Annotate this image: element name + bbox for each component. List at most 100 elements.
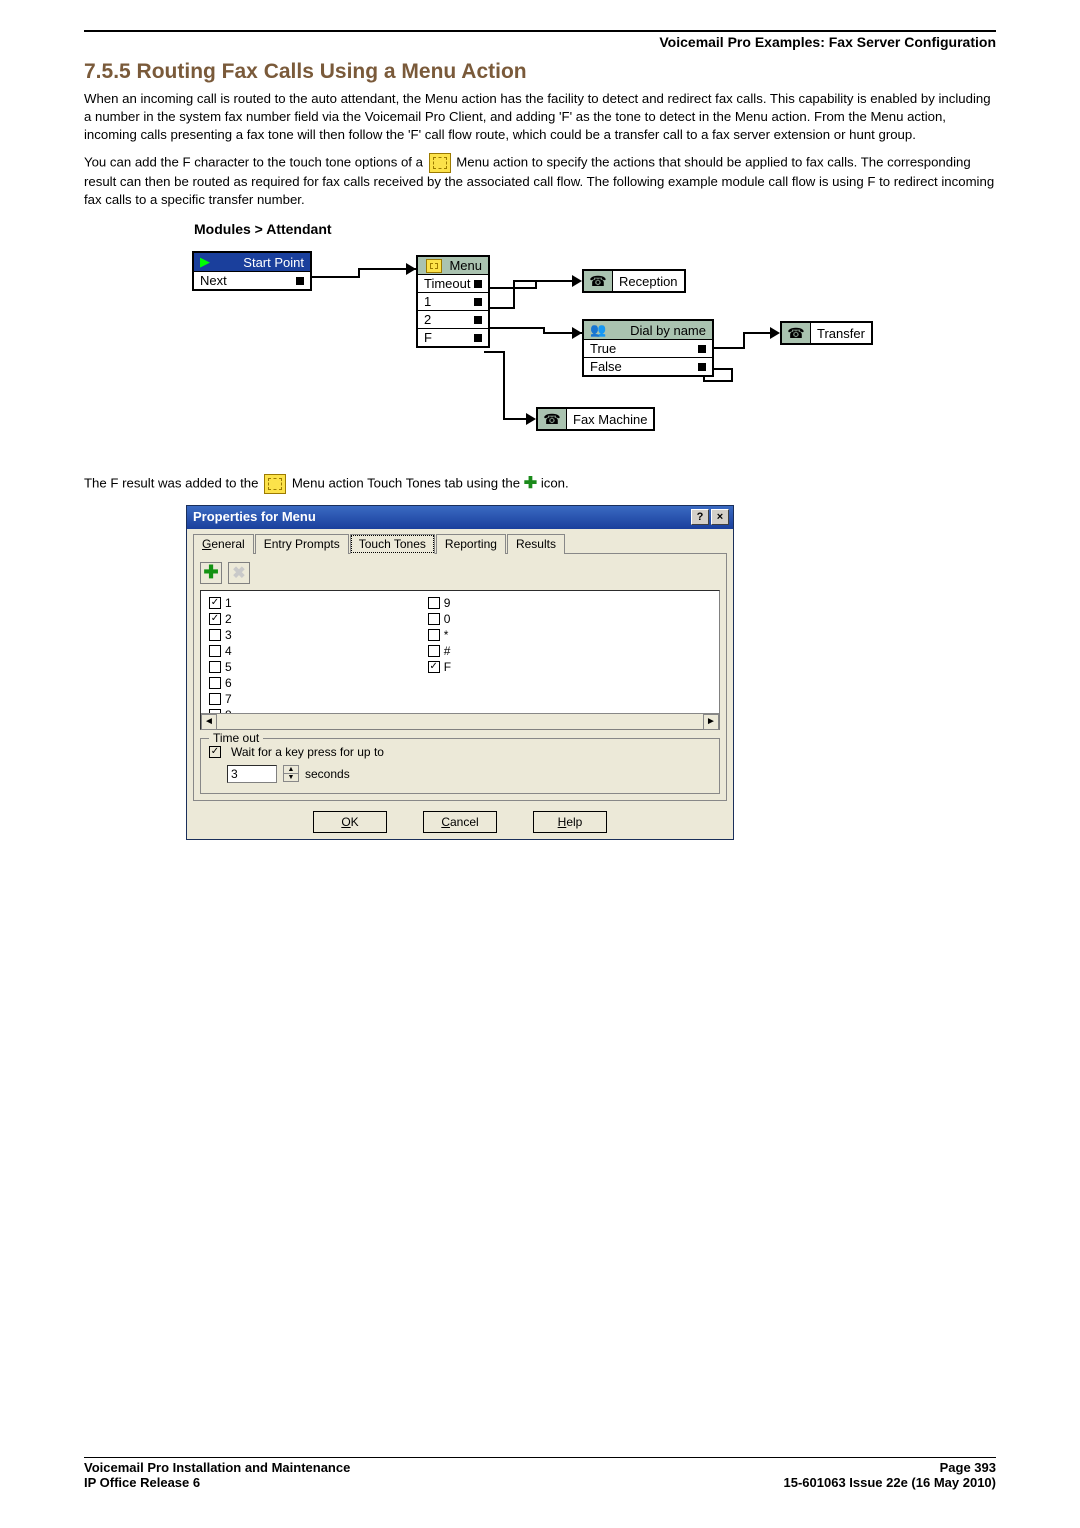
footer-left-1: Voicemail Pro Installation and Maintenan… (84, 1460, 350, 1475)
tone-option[interactable]: 0 (428, 611, 451, 627)
para-2: You can add the F character to the touch… (84, 153, 996, 209)
people-icon: 👥 (590, 322, 606, 338)
tone-checkbox[interactable] (428, 613, 440, 625)
fax-node: ☎ Fax Machine (536, 407, 655, 431)
call-flow-diagram: ▶ Start Point Next Menu Timeout 1 2 F ☎ … (184, 241, 884, 461)
tone-label: 2 (225, 612, 232, 626)
tone-option[interactable]: 4 (209, 643, 232, 659)
header-breadcrumb: Voicemail Pro Examples: Fax Server Confi… (84, 34, 996, 54)
ok-button[interactable]: OK (313, 811, 387, 833)
tone-label: * (444, 628, 449, 642)
dial-title: Dial by name (630, 323, 706, 338)
tones-list: 12345678 90*#F ◄ ► (200, 590, 720, 730)
body-text: When an incoming call is routed to the a… (84, 90, 996, 209)
tone-label: # (444, 644, 451, 658)
menu-action-icon (429, 153, 451, 173)
add-tone-button[interactable]: ✚ (200, 562, 222, 584)
arrow-icon (572, 327, 582, 339)
fax-label: Fax Machine (566, 409, 653, 429)
spin-down-icon[interactable]: ▼ (284, 774, 298, 781)
cancel-button[interactable]: Cancel (423, 811, 497, 833)
tone-checkbox[interactable] (209, 661, 221, 673)
tone-option[interactable]: 5 (209, 659, 232, 675)
timeout-fieldset: Time out Wait for a key press for up to … (200, 738, 720, 794)
footer-right-1: Page 393 (940, 1460, 996, 1475)
phone-icon: ☎ (782, 323, 810, 343)
tone-checkbox[interactable] (428, 661, 440, 673)
tone-option[interactable]: 1 (209, 595, 232, 611)
modules-caption: Modules > Attendant (194, 221, 996, 237)
transfer-label: Transfer (810, 323, 871, 343)
start-point-node: ▶ Start Point Next (192, 251, 312, 291)
tab-reporting[interactable]: Reporting (436, 534, 506, 554)
tone-option[interactable]: # (428, 643, 451, 659)
para-3: The F result was added to the Menu actio… (84, 473, 996, 495)
tab-entry-prompts[interactable]: Entry Prompts (255, 534, 349, 554)
tone-option[interactable]: 3 (209, 627, 232, 643)
spin-up-icon[interactable]: ▲ (284, 766, 298, 774)
tone-label: F (444, 660, 451, 674)
tone-label: 1 (225, 596, 232, 610)
tone-checkbox[interactable] (428, 597, 440, 609)
transfer-node: ☎ Transfer (780, 321, 873, 345)
seconds-label: seconds (305, 767, 350, 781)
h-scrollbar[interactable]: ◄ ► (201, 713, 719, 729)
page: Voicemail Pro Examples: Fax Server Confi… (0, 0, 1080, 1528)
tone-checkbox[interactable] (209, 629, 221, 641)
tone-label: 3 (225, 628, 232, 642)
help-button[interactable]: Help (533, 811, 607, 833)
tone-checkbox[interactable] (209, 597, 221, 609)
tone-option[interactable]: 7 (209, 691, 232, 707)
scroll-right-icon[interactable]: ► (703, 714, 719, 730)
menu-node: Menu Timeout 1 2 F (416, 255, 490, 348)
tone-option[interactable]: * (428, 627, 451, 643)
tone-checkbox[interactable] (209, 677, 221, 689)
tone-label: 6 (225, 676, 232, 690)
menu-action-icon (264, 474, 286, 494)
tones-left-column: 12345678 (201, 591, 240, 729)
delete-tone-button[interactable]: ✖ (228, 562, 250, 584)
tone-option[interactable]: F (428, 659, 451, 675)
tone-label: 4 (225, 644, 232, 658)
timeout-legend: Time out (209, 731, 263, 745)
menu-icon (426, 259, 442, 273)
arrow-icon (770, 327, 780, 339)
seconds-input[interactable] (227, 765, 277, 783)
menu-title: Menu (449, 258, 482, 273)
dialog-titlebar[interactable]: Properties for Menu ? × (187, 506, 733, 529)
footer-right-2: 15-601063 Issue 22e (16 May 2010) (784, 1475, 997, 1490)
phone-icon: ☎ (538, 409, 566, 429)
dialog-title: Properties for Menu (193, 509, 316, 524)
wait-label: Wait for a key press for up to (231, 745, 384, 759)
start-next: Next (200, 273, 227, 288)
tone-label: 7 (225, 692, 232, 706)
tone-checkbox[interactable] (428, 645, 440, 657)
tone-checkbox[interactable] (209, 693, 221, 705)
body-text-2: The F result was added to the Menu actio… (84, 473, 996, 495)
tab-general[interactable]: General (193, 534, 254, 554)
tones-right-column: 90* # F (420, 591, 459, 729)
tone-option[interactable]: 6 (209, 675, 232, 691)
tabs: General Entry Prompts Touch Tones Report… (193, 533, 727, 553)
tab-touch-tones[interactable]: Touch Tones (350, 534, 435, 554)
tone-checkbox[interactable] (428, 629, 440, 641)
tone-option[interactable]: 2 (209, 611, 232, 627)
arrow-icon (406, 263, 416, 275)
section-title: 7.5.5 Routing Fax Calls Using a Menu Act… (84, 60, 996, 84)
properties-dialog: Properties for Menu ? × General Entry Pr… (186, 505, 734, 840)
rule (84, 30, 996, 32)
tone-checkbox[interactable] (209, 613, 221, 625)
plus-icon: ✚ (524, 475, 537, 492)
arrow-icon (526, 413, 536, 425)
footer-left-2: IP Office Release 6 (84, 1475, 200, 1490)
scroll-left-icon[interactable]: ◄ (201, 714, 217, 730)
tone-checkbox[interactable] (209, 645, 221, 657)
phone-icon: ☎ (584, 271, 612, 291)
dial-by-name-node: 👥 Dial by name True False (582, 319, 714, 377)
tone-option[interactable]: 9 (428, 595, 451, 611)
help-titlebar-button[interactable]: ? (691, 509, 709, 525)
tab-results[interactable]: Results (507, 534, 565, 554)
close-icon[interactable]: × (711, 509, 729, 525)
reception-node: ☎ Reception (582, 269, 686, 293)
wait-checkbox[interactable] (209, 746, 221, 758)
